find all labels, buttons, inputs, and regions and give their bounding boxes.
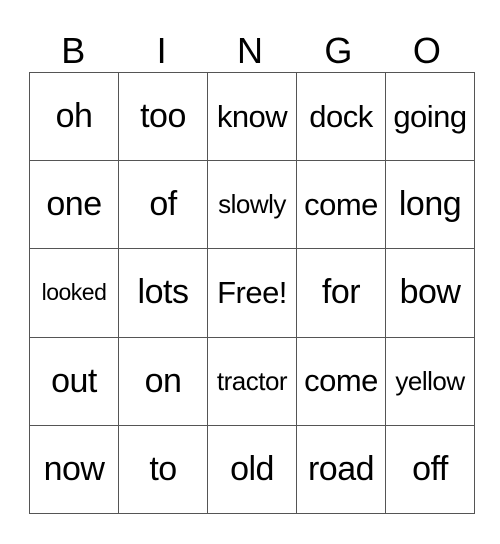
free-space-cell[interactable]: Free! — [207, 248, 297, 338]
bingo-cell[interactable]: oh — [29, 71, 119, 162]
bingo-cell[interactable]: one — [29, 160, 119, 250]
header-letter-g: G — [324, 30, 353, 71]
bingo-cell[interactable]: going — [385, 71, 475, 162]
header-letter-i: I — [156, 30, 167, 71]
bingo-cell[interactable]: old — [207, 424, 297, 515]
bingo-cell[interactable]: off — [385, 424, 475, 515]
bingo-cell[interactable]: come — [296, 160, 386, 250]
grid-row: oh too know dock going — [29, 71, 475, 162]
bingo-cell[interactable]: now — [29, 424, 119, 515]
bingo-cell[interactable]: lots — [118, 248, 208, 338]
bingo-cell[interactable]: yellow — [385, 336, 475, 426]
bingo-cell[interactable]: come — [296, 336, 386, 426]
bingo-cell[interactable]: looked — [29, 248, 119, 338]
bingo-cell[interactable]: slowly — [207, 160, 297, 250]
bingo-cell[interactable]: out — [29, 336, 119, 426]
bingo-cell[interactable]: dock — [296, 71, 386, 162]
grid-row: now to old road off — [29, 424, 475, 515]
grid-row: one of slowly come long — [29, 160, 475, 250]
bingo-grid: oh too know dock going one of slowly com… — [29, 71, 475, 515]
bingo-header: B I N G O — [29, 30, 471, 72]
bingo-cell[interactable]: for — [296, 248, 386, 338]
bingo-cell[interactable]: to — [118, 424, 208, 515]
bingo-cell[interactable]: on — [118, 336, 208, 426]
bingo-cell[interactable]: of — [118, 160, 208, 250]
header-letter-b: B — [61, 30, 86, 71]
bingo-cell[interactable]: know — [207, 71, 297, 162]
grid-row: out on tractor come yellow — [29, 336, 475, 426]
bingo-cell[interactable]: too — [118, 71, 208, 162]
bingo-cell[interactable]: long — [385, 160, 475, 250]
bingo-cell[interactable]: bow — [385, 248, 475, 338]
grid-row: looked lots Free! for bow — [29, 248, 475, 338]
bingo-cell[interactable]: road — [296, 424, 386, 515]
header-letter-n: N — [237, 30, 264, 71]
bingo-cell[interactable]: tractor — [207, 336, 297, 426]
header-letter-o: O — [412, 30, 441, 71]
